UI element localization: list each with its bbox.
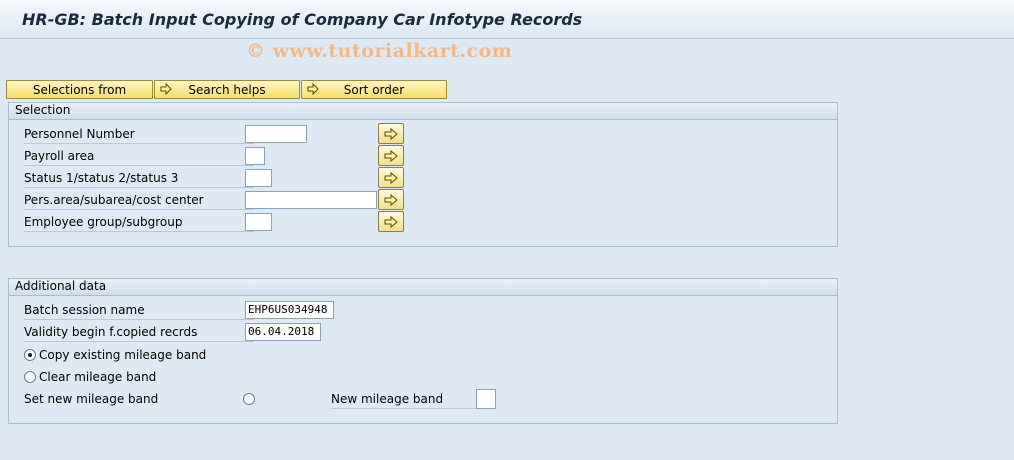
page-title: HR-GB: Batch Input Copying of Company Ca… [22, 10, 583, 29]
status-input[interactable] [245, 169, 272, 187]
arrow-right-icon [160, 82, 172, 96]
clear-mileage-band-radio[interactable] [24, 371, 36, 383]
pers-area-input[interactable] [245, 191, 377, 209]
pers-area-multiple-selection-button[interactable] [378, 189, 404, 210]
search-helps-button[interactable]: Search helps [154, 80, 300, 99]
status-multiple-selection-button[interactable] [378, 167, 404, 188]
payroll-area-label: Payroll area [24, 147, 254, 166]
watermark: © www.tutorialkart.com [246, 40, 513, 62]
selection-heading: Selection [9, 103, 837, 120]
payroll-area-input[interactable] [245, 147, 265, 165]
new-mileage-band-input[interactable] [476, 389, 496, 409]
sort-order-button[interactable]: Sort order [301, 80, 447, 99]
additional-data-group: Additional data Batch session name EHP6U… [8, 278, 838, 424]
validity-begin-input[interactable]: 06.04.2018 [245, 323, 321, 341]
status-label: Status 1/status 2/status 3 [24, 169, 254, 188]
arrow-right-icon [384, 127, 398, 141]
arrow-right-icon [384, 171, 398, 185]
pers-area-label: Pers.area/subarea/cost center [24, 191, 254, 210]
set-new-mileage-band-label: Set new mileage band [24, 392, 159, 406]
clear-mileage-band-label: Clear mileage band [39, 370, 157, 384]
batch-session-name-input[interactable]: EHP6US034948 [245, 301, 334, 319]
personnel-number-label: Personnel Number [24, 125, 254, 144]
arrow-right-icon [384, 149, 398, 163]
title-bar: HR-GB: Batch Input Copying of Company Ca… [0, 0, 1014, 39]
copy-existing-mileage-band-radio[interactable] [24, 349, 36, 361]
employee-group-input[interactable] [245, 213, 272, 231]
additional-data-heading: Additional data [9, 279, 837, 296]
sort-order-label: Sort order [343, 83, 405, 97]
payroll-area-multiple-selection-button[interactable] [378, 145, 404, 166]
batch-session-name-label: Batch session name [24, 301, 254, 320]
arrow-right-icon [307, 82, 319, 96]
selections-from-button[interactable]: Selections from [6, 80, 153, 99]
employee-group-label: Employee group/subgroup [24, 213, 254, 232]
selection-group: Selection Personnel Number Payroll area … [8, 102, 838, 247]
search-helps-label: Search helps [188, 83, 266, 97]
validity-begin-label: Validity begin f.copied recrds [24, 323, 254, 342]
employee-group-multiple-selection-button[interactable] [378, 211, 404, 232]
new-mileage-band-label: New mileage band [331, 390, 476, 409]
set-new-mileage-band-radio[interactable] [243, 393, 255, 405]
arrow-right-icon [384, 215, 398, 229]
selections-from-label: Selections from [32, 83, 127, 97]
personnel-number-multiple-selection-button[interactable] [378, 123, 404, 144]
arrow-right-icon [384, 193, 398, 207]
copy-existing-mileage-band-label: Copy existing mileage band [39, 348, 207, 362]
personnel-number-input[interactable] [245, 125, 307, 143]
